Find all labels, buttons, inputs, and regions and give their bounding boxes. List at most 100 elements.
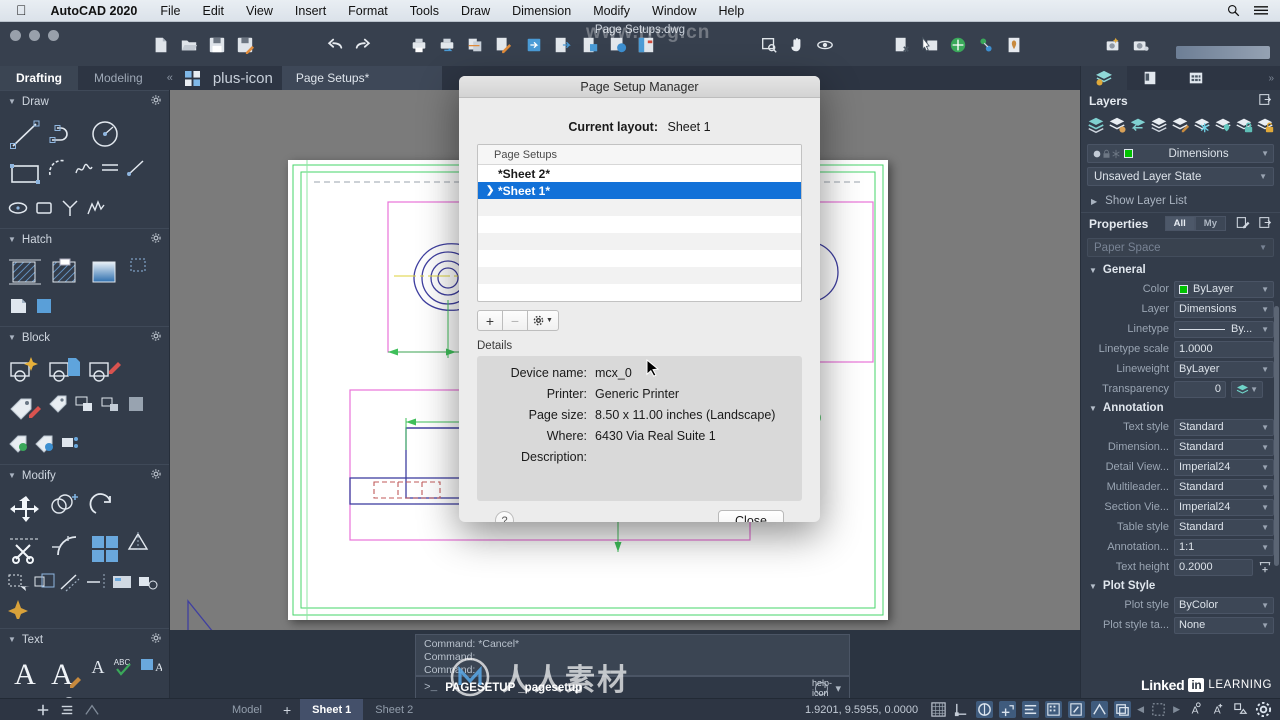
camera-icon[interactable] bbox=[1132, 36, 1150, 54]
chevron-down-icon[interactable]: ▼ bbox=[1261, 325, 1269, 334]
property-value-text-style[interactable]: Standard ▼ bbox=[1174, 418, 1274, 436]
layer-match-icon[interactable] bbox=[1149, 115, 1169, 136]
property-value-section-view-style[interactable]: Imperial24 ▼ bbox=[1174, 498, 1274, 516]
detach-panel-icon[interactable] bbox=[1259, 93, 1272, 109]
lock-icon[interactable] bbox=[1102, 149, 1111, 159]
help-button[interactable]: ? bbox=[495, 511, 514, 522]
chevron-down-icon[interactable]: ▼ bbox=[1261, 483, 1269, 492]
spell-check-icon[interactable]: ABC bbox=[112, 654, 136, 678]
gear-icon[interactable] bbox=[151, 233, 161, 246]
publish-web-icon[interactable] bbox=[609, 36, 627, 54]
break-icon[interactable] bbox=[110, 570, 134, 594]
export-layout-icon[interactable] bbox=[637, 36, 655, 54]
export-icon[interactable] bbox=[553, 36, 571, 54]
plot-tab-icon[interactable] bbox=[1127, 66, 1173, 90]
remove-page-setup-button[interactable]: − bbox=[502, 310, 528, 331]
section-header-block[interactable]: ▼ Block bbox=[0, 326, 169, 348]
polar-tracking-icon[interactable] bbox=[999, 701, 1017, 718]
ortho-mode-icon[interactable] bbox=[976, 701, 994, 718]
plot-preview-icon[interactable] bbox=[438, 36, 456, 54]
orbit-icon[interactable] bbox=[816, 36, 834, 54]
save-as-icon[interactable] bbox=[236, 36, 254, 54]
page-setup-icon[interactable] bbox=[466, 36, 484, 54]
help-icon[interactable]: help-icon bbox=[812, 678, 832, 698]
layer-previous-icon[interactable] bbox=[1128, 115, 1148, 136]
add-layout-icon[interactable] bbox=[36, 703, 50, 717]
text-height-pick-icon[interactable] bbox=[1258, 560, 1274, 574]
line-icon[interactable] bbox=[6, 116, 44, 154]
close-button[interactable]: Close bbox=[718, 510, 784, 522]
gear-icon[interactable] bbox=[151, 633, 161, 646]
edit-properties-icon[interactable] bbox=[1236, 216, 1250, 232]
select-similar-icon[interactable] bbox=[921, 36, 939, 54]
grid-display-icon[interactable] bbox=[930, 701, 947, 718]
property-value-linetype[interactable]: By... ▼ bbox=[1174, 320, 1274, 338]
chevron-down-icon[interactable]: ▼ bbox=[1261, 365, 1269, 374]
layout-tab-model[interactable]: Model bbox=[220, 699, 274, 720]
property-value-lineweight[interactable]: ByLayer ▼ bbox=[1174, 360, 1274, 378]
app-name-menu[interactable]: AutoCAD 2020 bbox=[39, 4, 150, 18]
rotate-icon[interactable] bbox=[86, 490, 124, 528]
layout-grid-icon[interactable] bbox=[181, 66, 204, 90]
property-value-table-style[interactable]: Standard ▼ bbox=[1174, 518, 1274, 536]
set-base-point-icon[interactable] bbox=[98, 392, 122, 416]
etransmit-icon[interactable] bbox=[1005, 36, 1023, 54]
command-input-text[interactable]: PAGESETUP _pagesetup bbox=[445, 682, 582, 694]
menu-insert[interactable]: Insert bbox=[284, 4, 337, 18]
selection-cycling-icon[interactable] bbox=[1114, 701, 1132, 718]
chevron-down-icon[interactable]: ▼ bbox=[1261, 503, 1269, 512]
gear-icon[interactable] bbox=[151, 469, 161, 482]
export-dwf-icon[interactable] bbox=[581, 36, 599, 54]
single-line-text-icon[interactable]: A bbox=[6, 654, 44, 692]
circle-icon[interactable] bbox=[86, 116, 124, 154]
annotation-scale-icon[interactable]: A bbox=[1186, 701, 1203, 718]
menu-window[interactable]: Window bbox=[641, 4, 707, 18]
model-space-icon[interactable] bbox=[84, 703, 100, 717]
find-replace-icon[interactable]: A bbox=[138, 654, 162, 678]
import-icon[interactable] bbox=[525, 36, 543, 54]
sync-attribute-icon[interactable] bbox=[32, 432, 56, 456]
save-icon[interactable] bbox=[208, 36, 226, 54]
create-block-icon[interactable] bbox=[6, 352, 44, 390]
recover-icon[interactable] bbox=[949, 36, 967, 54]
section-header-draw[interactable]: ▼ Draw bbox=[0, 90, 169, 112]
properties-scrollbar[interactable] bbox=[1274, 306, 1279, 566]
property-group-general[interactable]: ▼ General bbox=[1081, 261, 1280, 279]
apple-icon[interactable]:  bbox=[10, 3, 39, 19]
page-setups-list[interactable]: Page Setups *Sheet 2* ❯ *Sheet 1* bbox=[477, 144, 802, 302]
revcloud-icon[interactable] bbox=[84, 196, 108, 220]
scale-icon[interactable] bbox=[32, 570, 56, 594]
layer-off-icon[interactable] bbox=[1213, 115, 1233, 136]
property-value-detail-view-style[interactable]: Imperial24 ▼ bbox=[1174, 458, 1274, 476]
fillet-icon[interactable] bbox=[46, 530, 84, 568]
property-value-transparency[interactable]: 0 bbox=[1174, 380, 1226, 398]
page-setup-item-sheet-2[interactable]: *Sheet 2* bbox=[478, 165, 801, 182]
page-setup-options-button[interactable]: ▼ bbox=[527, 310, 559, 331]
purge-icon[interactable] bbox=[893, 36, 911, 54]
layer-state-dropdown[interactable]: Unsaved Layer State ▼ bbox=[1087, 167, 1274, 186]
layout-tab-sheet-1[interactable]: Sheet 1 bbox=[300, 698, 364, 720]
gradient-icon[interactable] bbox=[86, 254, 124, 292]
property-value-text-height[interactable]: 0.2000 bbox=[1174, 558, 1253, 576]
show-layer-list-toggle[interactable]: ▶ Show Layer List bbox=[1081, 190, 1280, 212]
move-icon[interactable] bbox=[6, 490, 44, 528]
property-value-plot-style[interactable]: ByColor ▼ bbox=[1174, 596, 1274, 614]
tab-modeling[interactable]: Modeling bbox=[78, 66, 159, 90]
join-icon[interactable] bbox=[136, 570, 160, 594]
chevron-down-icon[interactable]: ▼ bbox=[1261, 423, 1269, 432]
property-group-plot-style[interactable]: ▼ Plot Style bbox=[1081, 577, 1280, 595]
snap-mode-icon[interactable] bbox=[953, 701, 970, 718]
multiline-icon[interactable] bbox=[98, 156, 122, 180]
text-style-icon[interactable]: A bbox=[86, 654, 110, 678]
property-value-color[interactable]: ByLayer ▼ bbox=[1174, 280, 1274, 298]
layer-lock-icon[interactable] bbox=[1234, 115, 1254, 136]
chevron-down-icon[interactable]: ▼ bbox=[1261, 523, 1269, 532]
page-setup-manager-dialog[interactable]: Page Setup Manager Current layout: Sheet… bbox=[459, 76, 820, 522]
chevron-down-icon[interactable]: ▼ bbox=[1261, 149, 1269, 158]
pan-icon[interactable] bbox=[788, 36, 806, 54]
filter-all-button[interactable]: All bbox=[1164, 216, 1195, 231]
section-header-text[interactable]: ▼ Text bbox=[0, 628, 169, 650]
layer-freeze-icon[interactable] bbox=[1192, 115, 1212, 136]
property-value-plot-style-table[interactable]: None ▼ bbox=[1174, 616, 1274, 634]
properties-filter-segment[interactable]: All My bbox=[1164, 216, 1226, 231]
